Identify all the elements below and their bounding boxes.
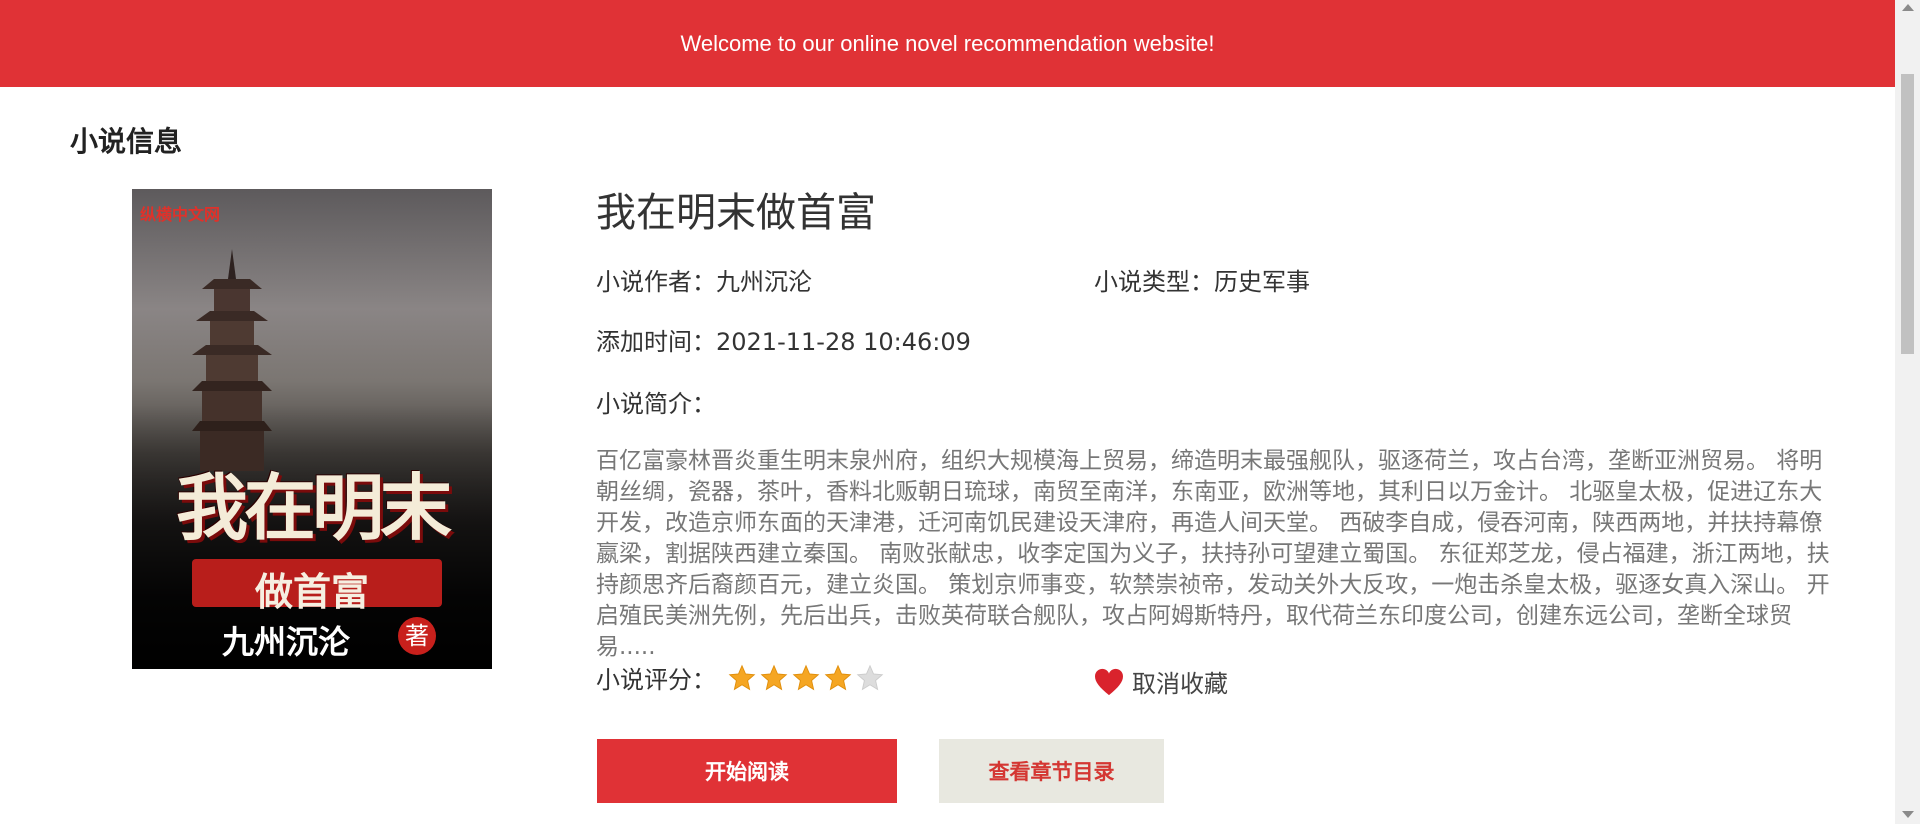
rating-stars[interactable] xyxy=(728,664,888,692)
heart-icon xyxy=(1095,668,1123,695)
type-row: 小说类型：历史军事 xyxy=(1094,262,1310,297)
cover-author-mark: 著 xyxy=(398,617,436,655)
author-value: 九州沉沦 xyxy=(716,268,812,296)
star-filled-icon[interactable] xyxy=(760,664,788,692)
synopsis-label: 小说简介： xyxy=(596,390,716,418)
book-cover: 纵横中文网 我在明末 做首富 九州沉沦 著 xyxy=(132,189,492,669)
star-empty-icon[interactable] xyxy=(856,664,884,692)
novel-title: 我在明末做首富 xyxy=(596,190,876,236)
view-chapters-button[interactable]: 查看章节目录 xyxy=(939,739,1164,803)
added-time-value: 2021-11-28 10:46:09 xyxy=(716,328,971,356)
added-time-label: 添加时间： xyxy=(596,328,716,356)
page-scrollbar[interactable] xyxy=(1895,0,1920,824)
star-filled-icon[interactable] xyxy=(824,664,852,692)
top-banner: Welcome to our online novel recommendati… xyxy=(0,0,1895,87)
author-label: 小说作者： xyxy=(596,268,716,296)
added-time-row: 添加时间：2021-11-28 10:46:09 xyxy=(596,322,971,357)
cover-title: 我在明末 xyxy=(175,465,452,550)
welcome-text: Welcome to our online novel recommendati… xyxy=(680,30,1215,56)
rating-label: 小说评分： xyxy=(596,666,716,694)
type-value: 历史军事 xyxy=(1214,268,1310,296)
cover-subtitle: 做首富 xyxy=(254,569,369,614)
favorite-label[interactable]: 取消收藏 xyxy=(1132,664,1228,699)
scroll-up-icon[interactable] xyxy=(1902,4,1914,11)
cover-author: 九州沉沦 xyxy=(222,623,351,661)
scroll-thumb[interactable] xyxy=(1901,74,1914,354)
star-filled-icon[interactable] xyxy=(728,664,756,692)
type-label: 小说类型： xyxy=(1094,268,1214,296)
scroll-down-icon[interactable] xyxy=(1902,811,1914,818)
synopsis-text: 百亿富豪林晋炎重生明末泉州府，组织大规模海上贸易，缔造明末最强舰队，驱逐荷兰，攻… xyxy=(596,448,1830,660)
start-reading-button[interactable]: 开始阅读 xyxy=(597,739,897,803)
section-title: 小说信息 xyxy=(70,125,183,158)
star-filled-icon[interactable] xyxy=(792,664,820,692)
cover-publisher-logo: 纵横中文网 xyxy=(140,205,221,224)
rating-row: 小说评分： xyxy=(596,660,888,695)
favorite-toggle[interactable]: 取消收藏 xyxy=(1094,664,1228,699)
author-row: 小说作者：九州沉沦 xyxy=(596,262,812,297)
